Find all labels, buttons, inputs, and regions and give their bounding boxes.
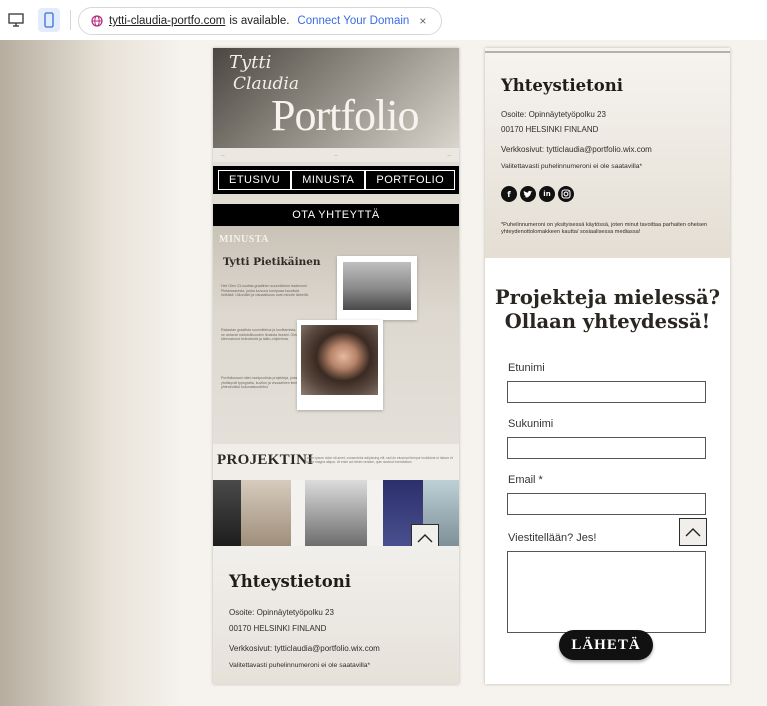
- chevron-up-icon: [685, 528, 701, 537]
- contact-section: Yhteystietoni Osoite: Opinnäytetyöpolku …: [213, 546, 459, 684]
- strip-divider: —: [447, 153, 452, 157]
- form-heading-line: Projekteja mielessä?: [494, 286, 721, 309]
- contact-heading: Yhteystietoni: [501, 76, 624, 95]
- contact-heading: Yhteystietoni: [229, 572, 352, 591]
- city-photo: [337, 256, 417, 320]
- portrait-photo: [297, 320, 383, 410]
- last-name-field[interactable]: [507, 437, 706, 459]
- first-name-field[interactable]: [507, 381, 706, 403]
- gallery-image[interactable]: [213, 480, 241, 546]
- first-name-label: Etunimi: [508, 362, 545, 374]
- address-line: 00170 HELSINKI FINLAND: [229, 624, 327, 633]
- form-heading-line: Ollaan yhteydessä!: [504, 310, 711, 333]
- phone-footnote: *Puhelinnumeroni on yksityisessä käytöss…: [501, 222, 708, 235]
- hero-banner: Tytti Claudia Portfolio: [213, 48, 459, 148]
- website-text: Verkkosivut: tytticlaudia@portfolio.wix.…: [229, 644, 380, 653]
- home-page-preview: Tytti Claudia Portfolio — — — ETUSIVU MI…: [213, 48, 459, 684]
- email-label: Email *: [508, 474, 543, 486]
- connect-domain-link[interactable]: Connect Your Domain: [297, 15, 409, 27]
- address-line: 00170 HELSINKI FINLAND: [501, 125, 599, 134]
- address-line: Osoite: Opinnäytetyöpolku 23: [501, 110, 606, 119]
- top-divider: [485, 51, 730, 53]
- last-name-label: Sukunimi: [508, 418, 554, 430]
- domain-banner: tytti-claudia-portfo.com is available. C…: [78, 7, 442, 35]
- message-field[interactable]: [507, 551, 706, 633]
- about-heading: MINUSTA: [219, 234, 269, 245]
- gallery-image[interactable]: [305, 480, 367, 546]
- portrait-photo-image: [301, 325, 378, 395]
- globe-icon: [91, 15, 103, 27]
- back-to-top-button[interactable]: [679, 518, 707, 546]
- social-links: f in: [501, 186, 574, 202]
- contact-nav: OTA YHTEYTTÄ: [213, 204, 459, 226]
- phone-note: Valitettavasti puhelinnumeroni ei ole sa…: [501, 163, 643, 170]
- send-button[interactable]: LÄHETÄ: [559, 630, 653, 660]
- email-field[interactable]: [507, 493, 706, 515]
- contact-info-block: Yhteystietoni Osoite: Opinnäytetyöpolku …: [485, 48, 730, 258]
- close-icon[interactable]: ×: [419, 14, 426, 28]
- projects-description: Lorem ipsum dolor sit amet, consectetur …: [305, 456, 453, 464]
- projects-section: PROJEKTINI Lorem ipsum dolor sit amet, c…: [213, 444, 459, 480]
- mobile-icon: [44, 12, 54, 28]
- chevron-up-icon: [417, 534, 433, 543]
- hero-script-name: Tytti: [229, 52, 272, 73]
- hero-title: Portfolio: [271, 91, 419, 140]
- message-label: Viestitellään? Jes!: [508, 532, 597, 544]
- nav-about-button[interactable]: MINUSTA: [291, 170, 366, 190]
- strip-divider: —: [221, 153, 225, 157]
- gallery-image[interactable]: [291, 480, 305, 546]
- projects-heading: PROJEKTINI: [217, 452, 314, 468]
- toolbar-divider: [70, 10, 71, 30]
- nav-contact-button[interactable]: OTA YHTEYTTÄ: [282, 206, 390, 224]
- linkedin-icon[interactable]: in: [539, 186, 555, 202]
- gallery-image[interactable]: [367, 480, 383, 546]
- mobile-view-button[interactable]: [38, 8, 60, 32]
- instagram-icon[interactable]: [558, 186, 574, 202]
- about-name: Tytti Pietikäinen: [223, 256, 321, 268]
- address-line: Osoite: Opinnäytetyöpolku 23: [229, 608, 334, 617]
- about-section: MINUSTA Tytti Pietikäinen Hei! Olen 23-v…: [213, 226, 459, 444]
- form-heading: Projekteja mielessä? Ollaan yhteydessä!: [485, 286, 730, 334]
- gallery-image[interactable]: [241, 480, 291, 546]
- site-domain-link[interactable]: tytti-claudia-portfo.com: [109, 15, 225, 27]
- website-text: Verkkosivut: tytticlaudia@portfolio.wix.…: [501, 145, 652, 154]
- contact-page-preview: Yhteystietoni Osoite: Opinnäytetyöpolku …: [485, 48, 730, 684]
- facebook-icon[interactable]: f: [501, 186, 517, 202]
- about-paragraph: Hei! Olen 23-vuotias graafinen suunnitte…: [221, 284, 309, 298]
- hero-strip: — — —: [213, 148, 459, 162]
- city-photo-image: [343, 262, 411, 310]
- phone-note: Valitettavasti puhelinnumeroni ei ole sa…: [229, 662, 371, 669]
- desktop-icon: [8, 13, 24, 27]
- nav-home-button[interactable]: ETUSIVU: [218, 170, 292, 190]
- desktop-view-button[interactable]: [6, 10, 26, 30]
- twitter-icon[interactable]: [520, 186, 536, 202]
- strip-divider: —: [334, 153, 338, 157]
- nav-portfolio-button[interactable]: PORTFOLIO: [365, 170, 456, 190]
- domain-status-text: is available.: [229, 15, 290, 27]
- editor-topbar: tytti-claudia-portfo.com is available. C…: [0, 0, 767, 40]
- main-nav: ETUSIVU MINUSTA PORTFOLIO: [213, 166, 459, 194]
